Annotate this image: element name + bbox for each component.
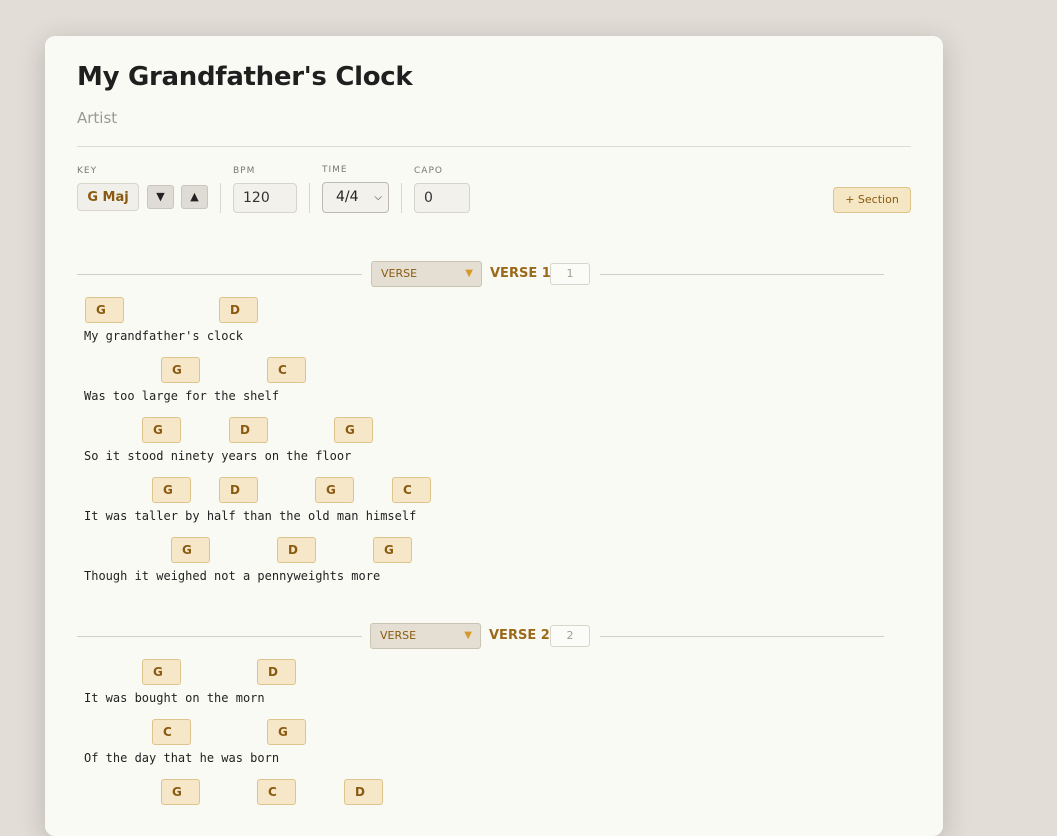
lyric-line[interactable]: My grandfather's clock <box>84 329 243 343</box>
chord-button[interactable]: D <box>219 297 258 323</box>
key-label: KEY <box>77 166 98 176</box>
chord-button[interactable]: G <box>161 357 200 383</box>
capo-label: CAPO <box>414 166 443 176</box>
song-title[interactable]: My Grandfather's Clock <box>77 62 413 92</box>
chord-button[interactable]: C <box>152 719 191 745</box>
lyric-line[interactable]: Was too large for the shelf <box>84 389 279 403</box>
section-number-input[interactable]: 2 <box>550 625 590 647</box>
toolbar-separator <box>309 183 310 213</box>
triangle-up-icon: ▲ <box>190 190 199 203</box>
section-number-input[interactable]: 1 <box>550 263 590 285</box>
chord-button[interactable]: G <box>315 477 354 503</box>
chord-button[interactable]: G <box>171 537 210 563</box>
song-editor-card: My Grandfather's Clock Artist KEY G Maj … <box>45 36 943 836</box>
chord-button[interactable]: G <box>85 297 124 323</box>
chord-button[interactable]: C <box>392 477 431 503</box>
triangle-down-icon: ▼ <box>156 190 165 203</box>
chord-button[interactable]: G <box>152 477 191 503</box>
section-type-value: VERSE <box>381 267 418 280</box>
bpm-input[interactable]: 120 <box>233 183 297 213</box>
chord-button[interactable]: G <box>334 417 373 443</box>
key-display: G Maj <box>77 183 139 211</box>
section-type-select[interactable]: VERSE ▼ <box>371 261 482 287</box>
section-name[interactable]: VERSE 2 <box>489 628 550 643</box>
chord-button[interactable]: G <box>142 417 181 443</box>
chord-button[interactable]: G <box>142 659 181 685</box>
section-rule <box>77 274 362 275</box>
caret-down-icon: ▼ <box>464 630 472 641</box>
section-name[interactable]: VERSE 1 <box>490 266 551 281</box>
chevron-down-icon: ⌵ <box>374 192 382 203</box>
chord-button[interactable]: C <box>267 357 306 383</box>
add-section-button[interactable]: + Section <box>833 187 911 213</box>
chord-button[interactable]: G <box>373 537 412 563</box>
chord-button[interactable]: C <box>257 779 296 805</box>
section-type-select[interactable]: VERSE ▼ <box>370 623 481 649</box>
time-label: TIME <box>322 165 348 175</box>
section-type-value: VERSE <box>380 629 417 642</box>
chord-button[interactable]: G <box>161 779 200 805</box>
time-signature-value: 4/4 <box>336 189 359 205</box>
toolbar-separator <box>401 183 402 213</box>
artist-name[interactable]: Artist <box>77 109 117 127</box>
chord-button[interactable]: D <box>257 659 296 685</box>
bpm-label: BPM <box>233 166 256 176</box>
chord-button[interactable]: D <box>219 477 258 503</box>
section-rule <box>77 636 362 637</box>
chord-button[interactable]: D <box>277 537 316 563</box>
chord-button[interactable]: D <box>344 779 383 805</box>
chord-button[interactable]: D <box>229 417 268 443</box>
time-signature-select[interactable]: 4/4 ⌵ <box>322 182 389 213</box>
section-rule <box>600 636 884 637</box>
lyric-line[interactable]: Of the day that he was born <box>84 751 279 765</box>
capo-input[interactable]: 0 <box>414 183 470 213</box>
lyric-line[interactable]: So it stood ninety years on the floor <box>84 449 351 463</box>
section-rule <box>600 274 884 275</box>
chord-button[interactable]: G <box>267 719 306 745</box>
header-divider <box>77 146 911 147</box>
toolbar-separator <box>220 183 221 213</box>
key-up-button[interactable]: ▲ <box>181 185 208 209</box>
lyric-line[interactable]: Though it weighed not a pennyweights mor… <box>84 569 380 583</box>
lyric-line[interactable]: It was taller by half than the old man h… <box>84 509 416 523</box>
lyric-line[interactable]: It was bought on the morn <box>84 691 265 705</box>
key-down-button[interactable]: ▼ <box>147 185 174 209</box>
caret-down-icon: ▼ <box>465 268 473 279</box>
